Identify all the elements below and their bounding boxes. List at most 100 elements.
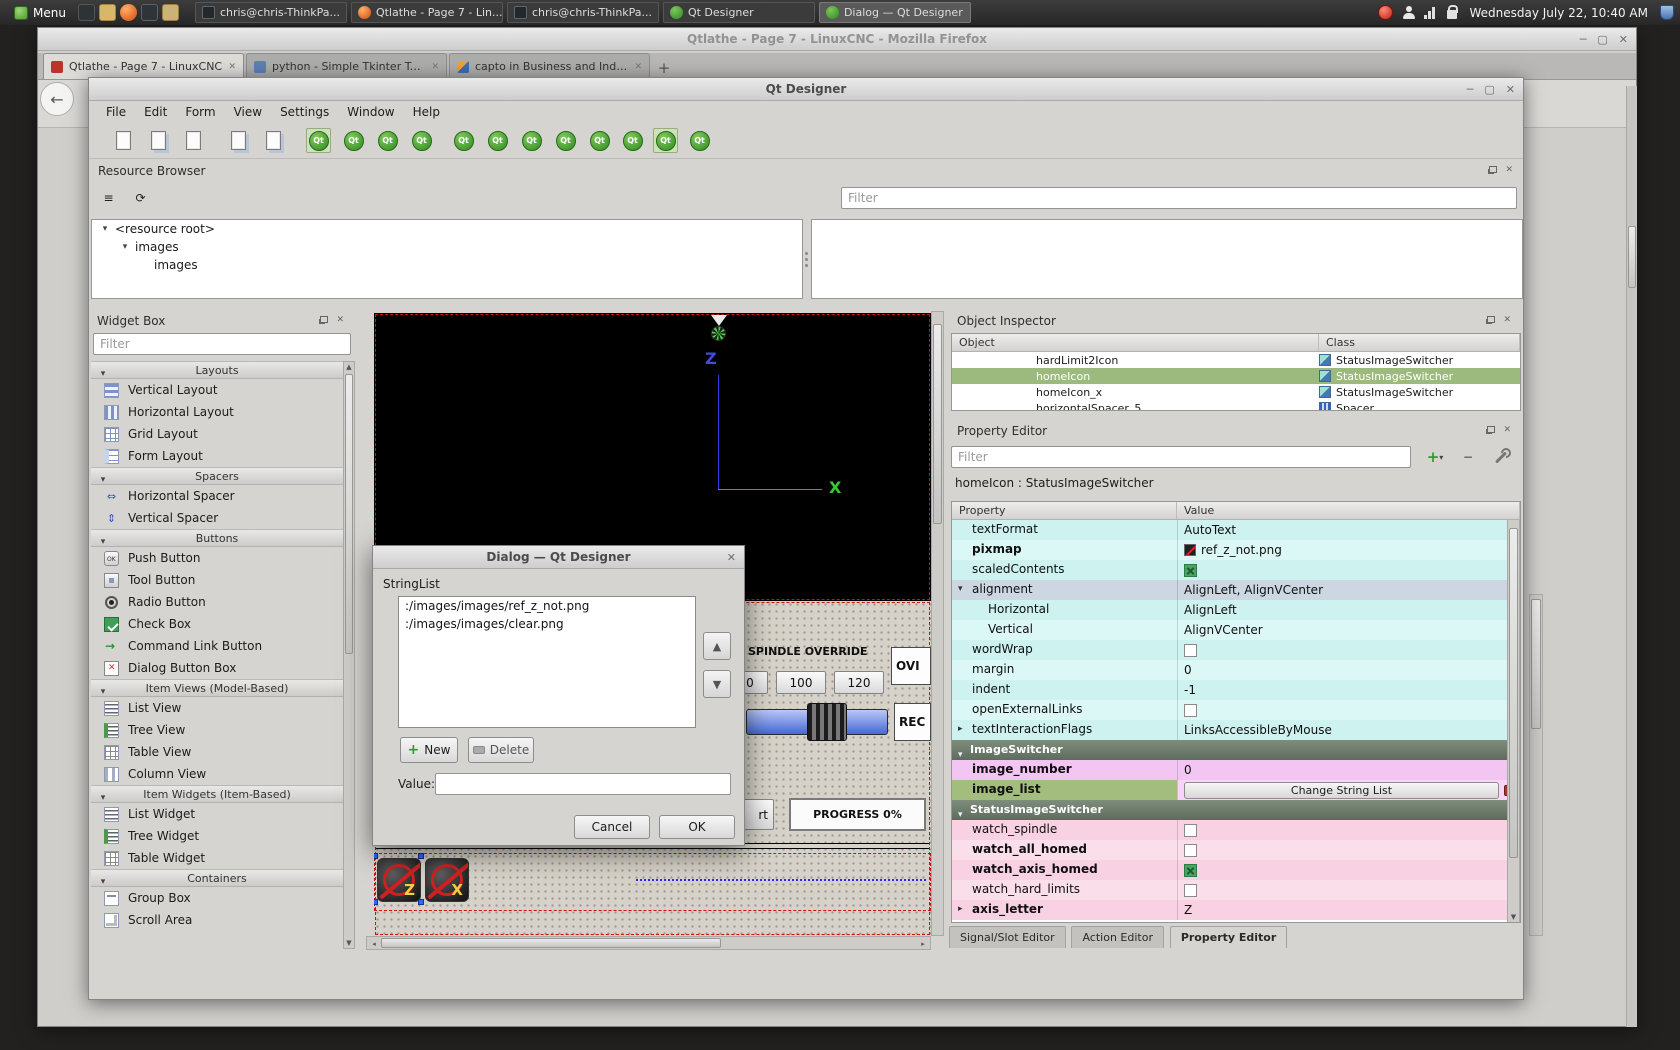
widget-vertical-layout[interactable]: Vertical Layout bbox=[91, 379, 343, 401]
property-row-alignment-vertical[interactable]: Vertical AlignVCenter bbox=[952, 620, 1520, 640]
spindle-slider-handle[interactable] bbox=[807, 703, 847, 741]
property-row-image-number[interactable]: image_number 0 bbox=[952, 760, 1520, 780]
checkbox-unchecked[interactable] bbox=[1184, 824, 1197, 837]
dock-close-icon[interactable]: ✕ bbox=[1503, 316, 1511, 325]
minimize-button[interactable]: ─ bbox=[1580, 34, 1587, 45]
tab-qtlathe[interactable]: Qtlathe - Page 7 - LinuxCNC ✕ bbox=[43, 53, 244, 79]
tab-close-icon[interactable]: ✕ bbox=[431, 62, 439, 72]
remove-dynamic-property-button[interactable]: − bbox=[1457, 446, 1479, 468]
widget-scroll-area[interactable]: Scroll Area bbox=[91, 909, 343, 931]
new-button[interactable]: + New bbox=[400, 737, 458, 763]
widget-dialog-button-box[interactable]: Dialog Button Box bbox=[91, 657, 343, 679]
list-item-ref-z-not[interactable]: :/images/images/ref_z_not.png bbox=[399, 597, 695, 615]
form-vscrollbar[interactable] bbox=[931, 311, 944, 936]
delete-button[interactable]: Delete bbox=[468, 737, 534, 763]
tree-item-images[interactable]: ▾ images bbox=[92, 238, 802, 256]
page-scrollbar[interactable] bbox=[1529, 594, 1543, 936]
widget-list-view[interactable]: List View bbox=[91, 697, 343, 719]
tree-item-images-child[interactable]: images bbox=[92, 256, 802, 274]
menu-button[interactable]: Menu bbox=[6, 2, 74, 23]
menu-window[interactable]: Window bbox=[338, 105, 403, 119]
move-down-button[interactable]: ▼ bbox=[703, 670, 731, 698]
open-form-icon[interactable] bbox=[146, 128, 171, 153]
object-row-hardlimit2icon[interactable]: hardLimit2Icon StatusImageSwitcher bbox=[952, 352, 1520, 368]
layout-horizontal-icon[interactable]: Qt bbox=[451, 128, 476, 153]
property-row-openexternallinks[interactable]: openExternalLinks bbox=[952, 700, 1520, 720]
object-row-horizontalspacer5[interactable]: horizontalSpacer_5 Spacer bbox=[952, 400, 1520, 411]
copy-icon[interactable] bbox=[226, 128, 251, 153]
widget-command-link-button[interactable]: Command Link Button bbox=[91, 635, 343, 657]
property-row-textinteractionflags[interactable]: ▸textInteractionFlags LinksAccessibleByM… bbox=[952, 720, 1520, 740]
expand-icon[interactable]: ▾ bbox=[958, 584, 963, 594]
list-item-clear[interactable]: :/images/images/clear.png bbox=[399, 615, 695, 633]
close-button[interactable]: ✕ bbox=[1619, 34, 1628, 45]
column-object[interactable]: Object bbox=[952, 334, 1319, 351]
launcher-files-icon[interactable] bbox=[99, 4, 116, 21]
dock-float-icon[interactable] bbox=[1487, 316, 1495, 323]
edit-resources-icon[interactable]: ≡ bbox=[97, 186, 120, 209]
property-scrollbar[interactable]: ▼ bbox=[1507, 520, 1520, 923]
launcher-terminal-icon[interactable] bbox=[78, 4, 95, 21]
configure-property-editor-icon[interactable] bbox=[1491, 446, 1513, 468]
new-form-icon[interactable] bbox=[111, 128, 136, 153]
dock-close-icon[interactable]: ✕ bbox=[1503, 426, 1511, 435]
edit-signals-mode-icon[interactable]: Qt bbox=[341, 128, 366, 153]
checkbox-checked[interactable] bbox=[1184, 864, 1197, 877]
widget-filter-input[interactable] bbox=[93, 333, 351, 355]
launcher-firefox-icon[interactable] bbox=[120, 4, 137, 21]
user-icon[interactable] bbox=[1402, 6, 1415, 19]
layout-grid-icon[interactable]: Qt bbox=[620, 128, 645, 153]
tab-action-editor[interactable]: Action Editor bbox=[1071, 926, 1164, 948]
selected-slider-widget[interactable] bbox=[636, 879, 926, 881]
property-row-pixmap[interactable]: pixmap ref_z_not.png bbox=[952, 540, 1520, 560]
dialog-titlebar[interactable]: Dialog — Qt Designer ✕ bbox=[373, 546, 744, 569]
firefox-scrollbar[interactable] bbox=[1626, 86, 1637, 1027]
clock[interactable]: Wednesday July 22, 10:40 AM bbox=[1469, 6, 1648, 20]
override-100-button[interactable]: 100 bbox=[776, 671, 826, 694]
home-x-status-icon[interactable]: X bbox=[425, 858, 469, 902]
taskbar-item-firefox[interactable]: Qtlathe - Page 7 - Lin... bbox=[351, 2, 503, 23]
widget-grid-layout[interactable]: Grid Layout bbox=[91, 423, 343, 445]
collapse-icon[interactable]: ▸ bbox=[958, 724, 963, 734]
page-scrollbar-thumb[interactable] bbox=[1531, 599, 1541, 729]
tab-property-editor[interactable]: Property Editor bbox=[1170, 926, 1287, 948]
checkbox-unchecked[interactable] bbox=[1184, 844, 1197, 857]
adjust-size-icon[interactable]: Qt bbox=[687, 128, 712, 153]
minimize-button[interactable]: ─ bbox=[1467, 84, 1474, 95]
taskbar-item-terminal-1[interactable]: chris@chris-ThinkPa... bbox=[195, 2, 347, 23]
taskbar-item-dialog[interactable]: Dialog — Qt Designer bbox=[819, 2, 971, 23]
scroll-up-icon[interactable]: ▲ bbox=[344, 363, 354, 371]
launcher-folder-icon[interactable] bbox=[162, 4, 179, 21]
scrollbar-thumb[interactable] bbox=[1509, 528, 1518, 858]
checkbox-unchecked[interactable] bbox=[1184, 704, 1197, 717]
edit-tab-order-mode-icon[interactable]: Qt bbox=[409, 128, 434, 153]
property-row-axis-letter[interactable]: ▸axis_letter Z bbox=[952, 900, 1520, 920]
widget-box-scrollbar[interactable]: ▲ ▼ bbox=[343, 361, 355, 949]
section-containers[interactable]: ▾Containers bbox=[91, 869, 343, 887]
taskbar-item-qt-designer[interactable]: Qt Designer bbox=[663, 2, 815, 23]
column-value[interactable]: Value bbox=[1177, 502, 1520, 519]
widget-radio-button[interactable]: Radio Button bbox=[91, 591, 343, 613]
menu-help[interactable]: Help bbox=[404, 105, 449, 119]
property-row-indent[interactable]: indent -1 bbox=[952, 680, 1520, 700]
object-row-homeicon-x[interactable]: homeIcon_x StatusImageSwitcher bbox=[952, 384, 1520, 400]
firefox-titlebar[interactable]: Qtlathe - Page 7 - LinuxCNC - Mozilla Fi… bbox=[38, 28, 1636, 51]
column-property[interactable]: Property bbox=[952, 502, 1177, 519]
property-filter-input[interactable] bbox=[951, 446, 1411, 468]
dock-float-icon[interactable] bbox=[320, 316, 328, 323]
splitter-handle[interactable] bbox=[803, 219, 810, 299]
menu-settings[interactable]: Settings bbox=[271, 105, 338, 119]
section-statusimageswitcher[interactable]: ▾StatusImageSwitcher bbox=[952, 800, 1520, 820]
widget-tree-widget[interactable]: Tree Widget bbox=[91, 825, 343, 847]
tab-capto[interactable]: capto in Business and Indust... ✕ bbox=[449, 53, 650, 79]
back-button[interactable]: ← bbox=[40, 82, 74, 116]
tab-python-tkinter[interactable]: python - Simple Tkinter Togg... ✕ bbox=[246, 53, 447, 79]
menu-edit[interactable]: Edit bbox=[135, 105, 176, 119]
widget-check-box[interactable]: Check Box bbox=[91, 613, 343, 635]
close-button[interactable]: ✕ bbox=[1506, 84, 1515, 95]
value-input[interactable] bbox=[435, 773, 731, 795]
section-buttons[interactable]: ▾Buttons bbox=[91, 529, 343, 547]
widget-list-widget[interactable]: List Widget bbox=[91, 803, 343, 825]
property-row-wordwrap[interactable]: wordWrap bbox=[952, 640, 1520, 660]
scroll-left-icon[interactable]: ◂ bbox=[369, 940, 379, 948]
